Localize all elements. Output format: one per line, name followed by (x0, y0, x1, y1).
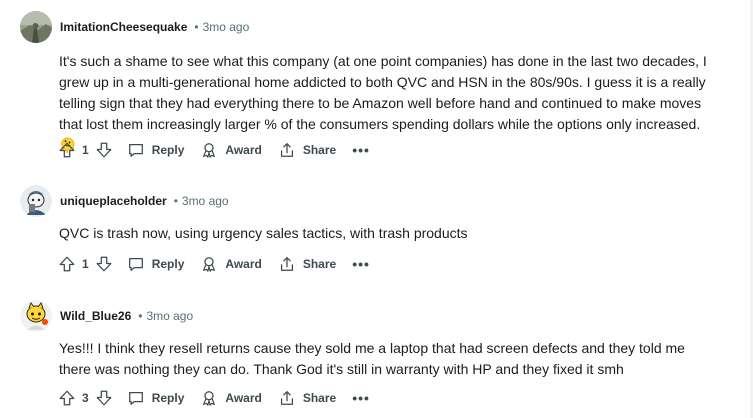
reply-label: Reply (151, 257, 185, 271)
downvote-icon[interactable] (95, 255, 113, 273)
snoo-yellow-avatar-icon[interactable] (20, 300, 52, 332)
upvote-icon[interactable] (58, 141, 76, 159)
snoo-avatar-icon[interactable] (20, 185, 52, 217)
timestamp[interactable]: 3mo ago (146, 309, 193, 323)
comment-text: QVC is trash now, using urgency sales ta… (59, 225, 468, 241)
separator-dot: • (194, 20, 199, 34)
downvote-icon[interactable] (95, 141, 113, 159)
award-label: Award (225, 391, 262, 405)
comment-bubble-icon (127, 389, 145, 407)
more-options-button[interactable]: ••• (344, 382, 378, 414)
reply-button[interactable]: Reply (119, 248, 193, 280)
ellipsis-icon: ••• (352, 256, 370, 272)
timestamp[interactable]: 3mo ago (182, 194, 229, 208)
comment-header: Wild_Blue26 • 3mo ago (20, 299, 193, 333)
username[interactable]: uniqueplaceholder (60, 194, 167, 208)
comment-bubble-icon (127, 141, 145, 159)
timestamp[interactable]: 3mo ago (203, 20, 250, 34)
reply-button[interactable]: Reply (119, 134, 193, 166)
award-label: Award (225, 257, 262, 271)
share-button[interactable]: Share (270, 382, 344, 414)
award-label: Award (225, 143, 262, 157)
ellipsis-icon: ••• (352, 390, 370, 406)
landscape-avatar-icon[interactable] (20, 11, 52, 43)
comment-actions: 1 Reply Award Share ••• (52, 134, 378, 166)
award-icon (200, 141, 218, 159)
share-icon (278, 389, 296, 407)
comment-header: ImitationCheesequake • 3mo ago (20, 10, 249, 44)
share-icon (278, 255, 296, 273)
more-options-button[interactable]: ••• (344, 134, 378, 166)
share-label: Share (302, 143, 337, 157)
reply-label: Reply (151, 143, 185, 157)
vote-group: 3 (52, 382, 119, 414)
username[interactable]: ImitationCheesequake (60, 20, 187, 34)
more-options-button[interactable]: ••• (344, 248, 378, 280)
vote-count: 1 (82, 257, 89, 271)
separator-dot: • (173, 194, 178, 208)
vote-count: 3 (82, 391, 89, 405)
share-button[interactable]: Share (270, 248, 344, 280)
downvote-icon[interactable] (95, 389, 113, 407)
upvote-icon[interactable] (58, 389, 76, 407)
award-button[interactable]: Award (192, 382, 269, 414)
award-button[interactable]: Award (192, 248, 269, 280)
share-icon (278, 141, 296, 159)
share-button[interactable]: Share (270, 134, 344, 166)
vote-group: 1 (52, 134, 119, 166)
award-icon (200, 389, 218, 407)
vote-group: 1 (52, 248, 119, 280)
reply-label: Reply (151, 391, 185, 405)
reply-button[interactable]: Reply (119, 382, 193, 414)
comment-actions: 1 Reply Award Share ••• (52, 248, 378, 280)
comment-text: Yes!!! I think they resell returns cause… (59, 340, 685, 377)
comment-actions: 3 Reply Award Share ••• (52, 382, 378, 414)
award-icon (200, 255, 218, 273)
comment-bubble-icon (127, 255, 145, 273)
comment-header: uniqueplaceholder • 3mo ago (20, 184, 229, 218)
upvote-icon[interactable] (58, 255, 76, 273)
vote-count: 1 (82, 143, 89, 157)
award-button[interactable]: Award (192, 134, 269, 166)
separator-dot: • (138, 309, 143, 323)
share-label: Share (302, 391, 337, 405)
share-label: Share (302, 257, 337, 271)
ellipsis-icon: ••• (352, 142, 370, 158)
username[interactable]: Wild_Blue26 (60, 309, 131, 323)
